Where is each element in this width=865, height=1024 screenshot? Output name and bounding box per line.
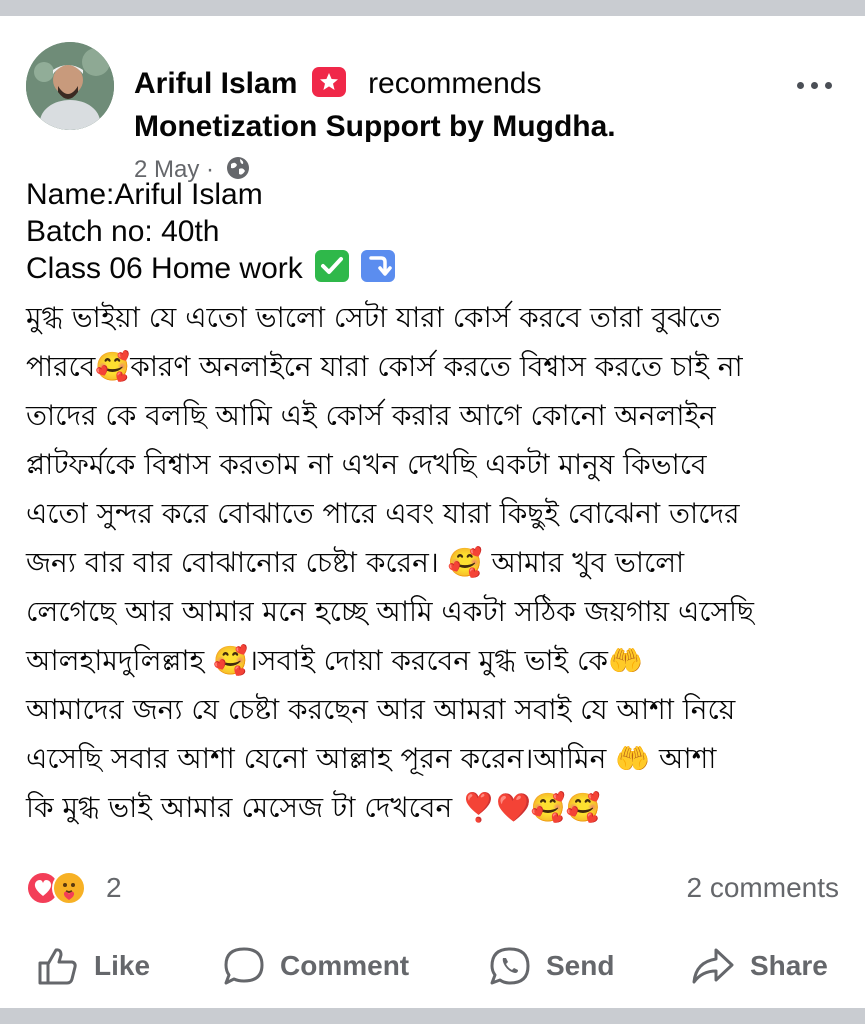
bengali-line: পারবে🥰কারণ অনলাইনে যারা কোর্স করতে বিশ্ব… [26, 350, 743, 383]
bengali-line: এসেছি সবার আশা যেনো আল্লাহ পূরন করেন।আমি… [26, 742, 717, 775]
arrow-down-icon [361, 250, 396, 282]
bengali-line: লেগেছে আর আমার মনে হচ্ছে আমি একটা সঠিক জ… [26, 595, 754, 628]
action-bar: Like Comment Send Share [0, 936, 865, 996]
reaction-count: 2 [106, 872, 122, 903]
send-label: Send [546, 950, 615, 981]
author-line: Ariful Islam recommends [134, 66, 541, 102]
comment-button[interactable]: Comment [222, 936, 409, 996]
class-label: Class 06 Home work [26, 252, 303, 285]
bengali-line: আলহামদুলিল্লাহ 🥰।সবাই দোয়া করবেন মুগ্ধ … [26, 644, 643, 677]
post-text-batch: Batch no: 40th [26, 215, 220, 248]
bengali-line: কি মুগ্ধ ভাই আমার মেসেজ টা দেখবেন ❣️❤️🥰🥰 [26, 791, 601, 824]
bengali-line: তাদের কে বলছি আমি এই কোর্স করার আগে কোনো… [26, 399, 716, 432]
like-button[interactable]: Like [36, 936, 150, 996]
post-body: Name:Ariful Islam Batch no: 40th Class 0… [26, 176, 839, 832]
comment-icon [224, 947, 264, 985]
care-reaction-icon [52, 871, 86, 905]
bengali-line: আমাদের জন্য যে চেষ্টা করছেন আর আমরা সবাই… [26, 693, 736, 726]
more-options-icon[interactable] [795, 74, 835, 94]
share-label: Share [750, 950, 828, 981]
recommends-label: recommends [368, 67, 542, 100]
post-header: Ariful Islam recommends Monetization Sup… [26, 42, 845, 183]
whatsapp-icon [490, 947, 530, 985]
send-button[interactable]: Send [488, 936, 614, 996]
comments-count[interactable]: 2 comments [687, 871, 840, 905]
like-icon [38, 948, 77, 985]
bengali-line: মুগ্ধ ভাইয়া যে এতো ভালো সেটা যারা কোর্স… [26, 301, 721, 334]
group-name[interactable]: Monetization Support by Mugdha. [134, 109, 616, 145]
post-text-class: Class 06 Home work [26, 250, 839, 287]
bengali-line: এতো সুন্দর করে বোঝাতে পারে এবং যারা কিছু… [26, 497, 740, 530]
like-label: Like [94, 950, 151, 981]
bengali-text: মুগ্ধ ভাইয়া যে এতো ভালো সেটা যারা কোর্স… [26, 293, 839, 832]
bengali-line: জন্য বার বার বোঝানোর চেষ্টা করেন। 🥰 আমার… [26, 546, 685, 579]
comment-label: Comment [280, 950, 410, 981]
bengali-line: প্লাটফর্মকে বিশ্বাস করতাম না এখন দেখছি এ… [26, 448, 707, 481]
author-name[interactable]: Ariful Islam [134, 67, 297, 100]
post-card: Ariful Islam recommends Monetization Sup… [0, 16, 865, 1008]
avatar-image [26, 42, 114, 130]
share-button[interactable]: Share [690, 936, 828, 996]
post-text-name: Name:Ariful Islam [26, 178, 263, 211]
star-badge-icon [311, 67, 346, 97]
avatar[interactable] [26, 42, 114, 130]
share-icon [692, 948, 734, 984]
check-mark-icon [315, 250, 350, 282]
